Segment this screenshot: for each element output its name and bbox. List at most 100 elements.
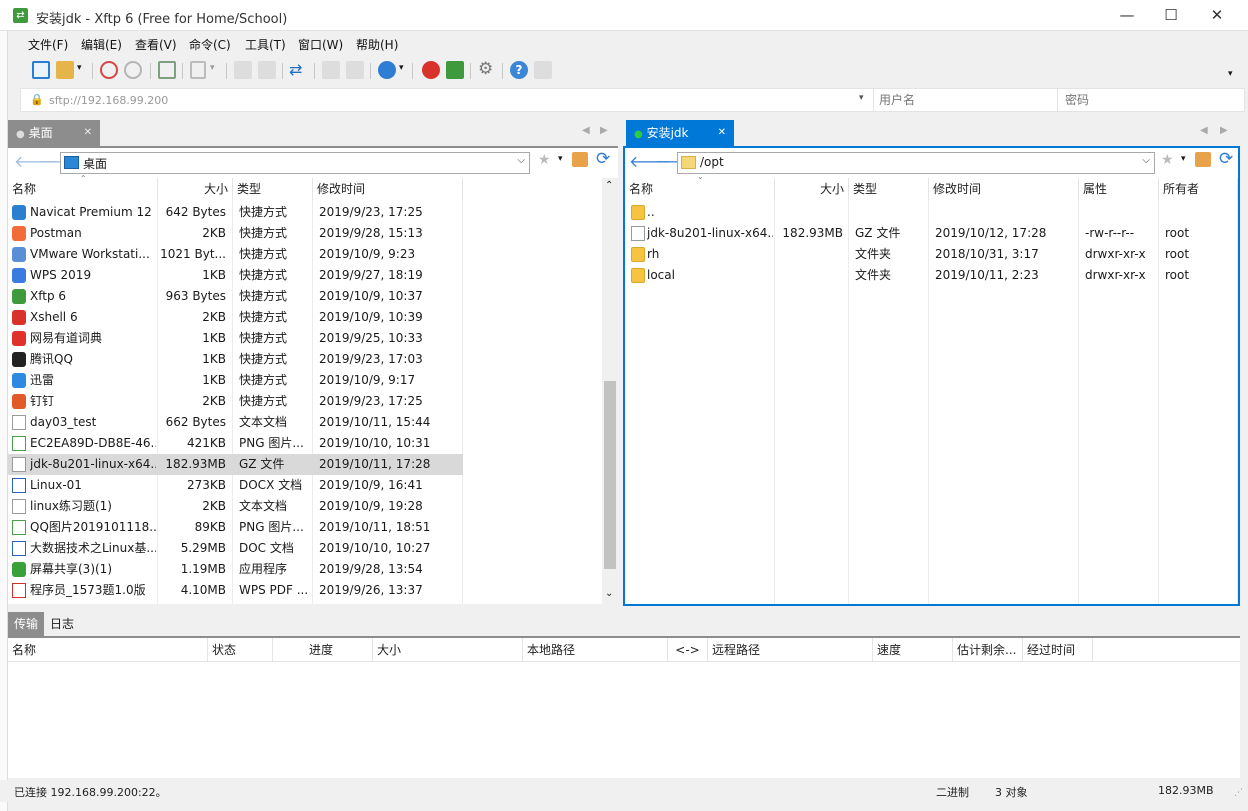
xftp-icon[interactable] [446,61,464,79]
sync-icon[interactable] [322,61,340,79]
left-col-size[interactable]: 大小 [158,178,233,200]
properties-icon[interactable] [158,61,176,79]
open-folder-icon[interactable] [56,61,74,79]
maximize-button[interactable]: ☐ [1148,0,1194,31]
file-row[interactable]: 腾讯QQ 1KB 快捷方式 2019/9/23, 17:03 [8,349,463,370]
file-row[interactable]: WPS 2019 1KB 快捷方式 2019/9/27, 18:19 [8,265,463,286]
password-input[interactable] [1065,91,1235,109]
menu-file[interactable]: 文件(F) [28,36,68,53]
copy-icon[interactable] [234,61,252,79]
tab-scroll-left-icon[interactable]: ◀ [582,125,590,136]
transfer-col-remote-path[interactable]: 远程路径 [708,638,873,662]
menu-help[interactable]: 帮助(H) [356,36,398,53]
transfer-col-speed[interactable]: 速度 [873,638,953,662]
transfer-col-local-path[interactable]: 本地路径 [523,638,668,662]
file-row[interactable]: Postman 2KB 快捷方式 2019/9/28, 15:13 [8,223,463,244]
paste-icon[interactable] [258,61,276,79]
resize-grip-icon[interactable]: ⋰ [1234,788,1243,798]
file-row[interactable]: QQ图片2019101118... 89KB PNG 图片... 2019/10/11… [8,517,463,538]
bookmark-dropdown-icon[interactable]: ▾ [1181,154,1186,164]
file-row[interactable]: day03_test 662 Bytes 文本文档 2019/10/11, 15:44 [8,412,463,433]
disconnect-icon[interactable] [100,61,118,79]
file-row[interactable]: 网易有道词典 1KB 快捷方式 2019/9/25, 10:33 [8,328,463,349]
transfer-col-elapsed[interactable]: 经过时间 [1023,638,1093,662]
path-dropdown-icon[interactable]: ⌵ [517,155,525,166]
tab-log[interactable]: 日志 [44,612,80,636]
file-row[interactable]: 程序员_1573题1.0版 4.10MB WPS PDF ... 2019/9/26,… [8,580,463,601]
right-col-modified[interactable]: 修改时间 [929,178,1079,200]
transfer-col-direction[interactable]: <-> [668,638,708,662]
scroll-up-icon[interactable]: ⌃ [605,180,613,191]
right-col-attributes[interactable]: 属性 [1079,178,1159,200]
tab-install-jdk[interactable]: ● 安装jdk ✕ [626,120,734,146]
file-row[interactable]: EC2EA89D-DB8E-46... 421KB PNG 图片... 2019/10… [8,433,463,454]
left-scrollbar[interactable]: ⌃ ⌄ [602,178,618,604]
file-row[interactable]: VMware Workstati... 1021 Byt... 快捷方式 2019/1… [8,244,463,265]
file-row[interactable]: rh 文件夹 2018/10/31, 3:17 drwxr-xr-x root [625,244,1238,265]
file-row[interactable]: jdk-8u201-linux-x64... 182.93MB GZ 文件 2019/… [625,223,1238,244]
tab-transfer[interactable]: 传输 [8,612,44,636]
bookmark-star-icon[interactable]: ★ [538,152,551,168]
file-row[interactable]: local 文件夹 2019/10/11, 2:23 drwxr-xr-x root [625,265,1238,286]
globe-icon[interactable] [378,61,396,79]
view-icon[interactable] [190,61,206,79]
xshell-icon[interactable] [422,61,440,79]
file-row[interactable]: Linux-01 273KB DOCX 文档 2019/10/9, 16:41 [8,475,463,496]
transfer-col-progress[interactable]: 进度 [273,638,373,662]
file-row[interactable]: 大数据技术之Linux基... 5.29MB DOC 文档 2019/10/10, 1… [8,538,463,559]
new-session-icon[interactable] [32,61,50,79]
menu-view[interactable]: 查看(V) [135,36,177,53]
tab-scroll-right-icon[interactable]: ▶ [1220,125,1228,136]
host-input[interactable] [49,92,869,108]
tab-desktop[interactable]: ● 桌面 ✕ [8,120,100,146]
menu-edit[interactable]: 编辑(E) [81,36,122,53]
tab-close-icon[interactable]: ✕ [84,120,92,146]
transfer-col-eta[interactable]: 估计剩余... [953,638,1023,662]
reconnect-icon[interactable] [124,61,142,79]
refresh-icon[interactable]: ⟳ [1219,149,1233,169]
transfer-arrows-icon[interactable]: ⇄ [289,60,302,79]
right-col-size[interactable]: 大小 [775,178,849,200]
compare-icon[interactable] [346,61,364,79]
dropdown-arrow-icon[interactable]: ▾ [399,63,404,73]
bookmark-star-icon[interactable]: ★ [1161,152,1174,168]
username-input[interactable] [879,91,1049,109]
right-path-box[interactable]: /opt ⌵ [677,152,1155,174]
scroll-down-icon[interactable]: ⌄ [605,588,613,599]
home-folder-icon[interactable] [1195,152,1211,167]
file-row[interactable]: .. [625,202,1238,223]
file-row[interactable]: 钉钉 2KB 快捷方式 2019/9/23, 17:25 [8,391,463,412]
left-col-modified[interactable]: 修改时间 [313,178,463,200]
left-path-box[interactable]: 桌面 ⌵ [60,152,530,174]
right-col-owner[interactable]: 所有者 [1159,178,1238,200]
close-button[interactable]: ✕ [1194,0,1240,31]
toolbar-overflow-icon[interactable]: ▾ [1228,69,1233,79]
file-row[interactable]: Xftp 6 963 Bytes 快捷方式 2019/10/9, 10:37 [8,286,463,307]
bookmark-dropdown-icon[interactable]: ▾ [558,154,563,164]
dropdown-arrow-icon[interactable]: ▾ [210,63,215,73]
file-row[interactable]: Xshell 6 2KB 快捷方式 2019/10/9, 10:39 [8,307,463,328]
right-col-type[interactable]: 类型 [849,178,929,200]
menu-command[interactable]: 命令(C) [189,36,231,53]
transfer-col-name[interactable]: 名称 [8,638,208,662]
transfer-mode[interactable]: 二进制 [936,784,969,800]
left-scrollbar-thumb[interactable] [604,381,616,569]
file-row[interactable]: 迅雷 1KB 快捷方式 2019/10/9, 9:17 [8,370,463,391]
host-dropdown-icon[interactable]: ▾ [859,93,864,103]
tab-scroll-left-icon[interactable]: ◀ [1200,125,1208,136]
help-icon[interactable]: ? [510,61,528,79]
dropdown-arrow-icon[interactable]: ▾ [77,63,82,73]
home-folder-icon[interactable] [572,152,588,167]
file-row[interactable]: jdk-8u201-linux-x64... 182.93MB GZ 文件 2019/… [8,454,463,475]
chat-icon[interactable] [534,61,552,79]
transfer-col-size[interactable]: 大小 [373,638,523,662]
gear-icon[interactable]: ⚙ [478,59,493,79]
path-dropdown-icon[interactable]: ⌵ [1142,155,1150,166]
left-col-type[interactable]: 类型 [233,178,313,200]
right-col-name[interactable]: 名称 [625,178,775,200]
file-row[interactable]: 屏幕共享(3)(1) 1.19MB 应用程序 2019/9/28, 13:54 [8,559,463,580]
menu-tools[interactable]: 工具(T) [245,36,286,53]
file-row[interactable]: linux练习题(1) 2KB 文本文档 2019/10/9, 19:28 [8,496,463,517]
tab-scroll-right-icon[interactable]: ▶ [600,125,608,136]
tab-close-icon[interactable]: ✕ [718,120,726,146]
